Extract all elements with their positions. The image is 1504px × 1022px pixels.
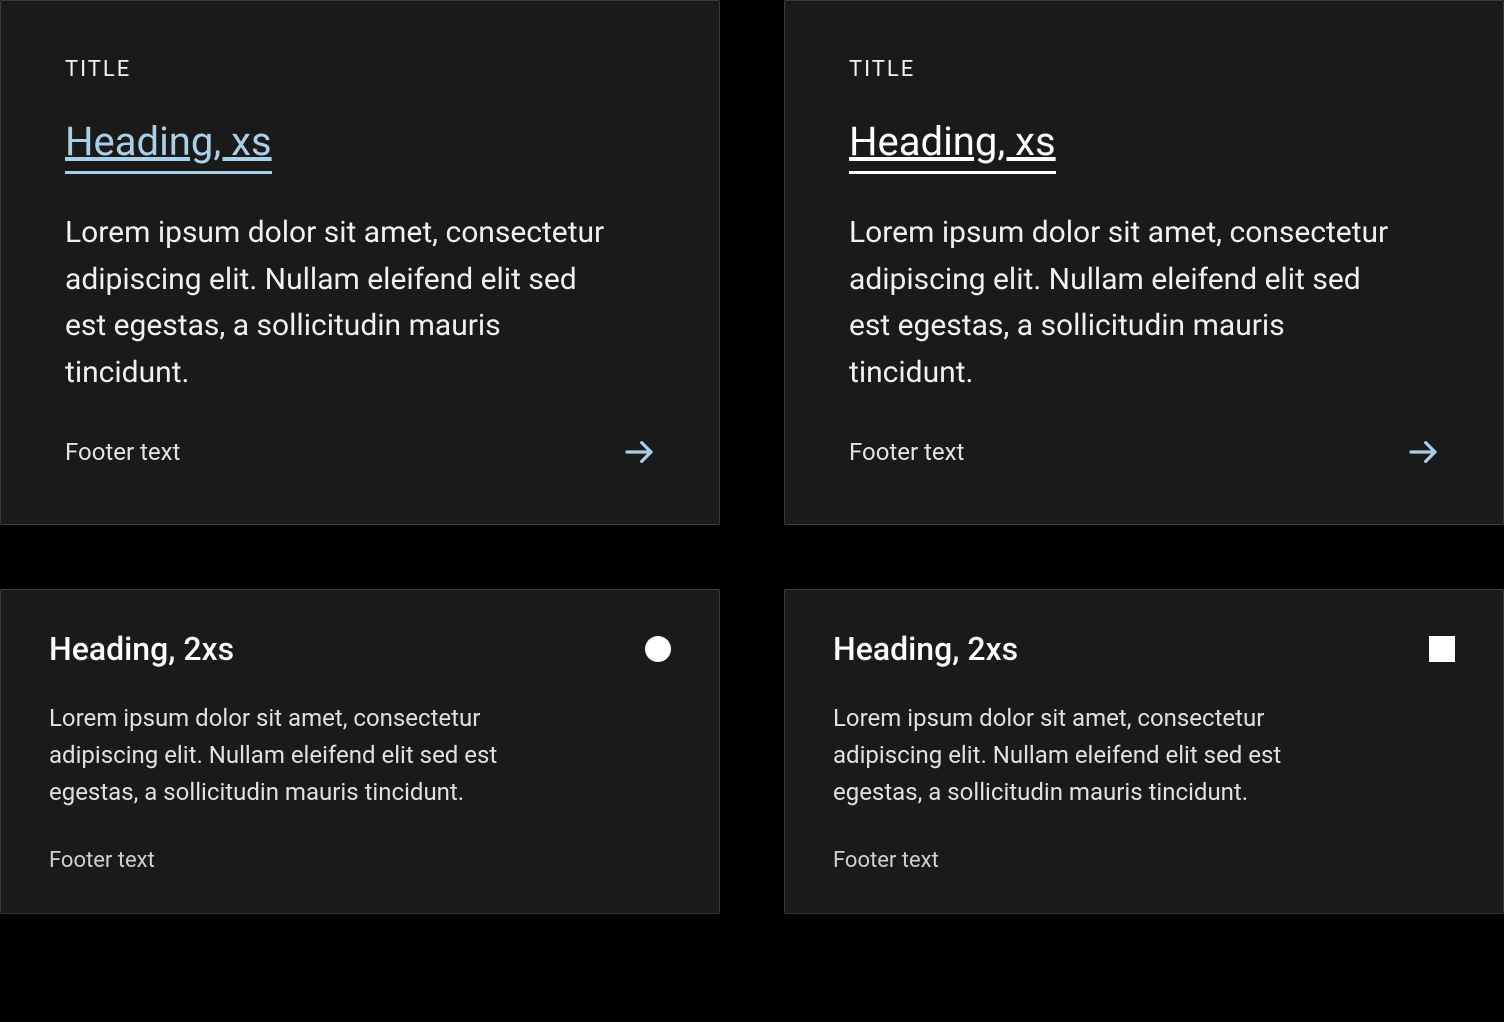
arrow-right-icon[interactable] <box>623 436 655 468</box>
card-body: Lorem ipsum dolor sit amet, consectetur … <box>849 210 1409 396</box>
arrow-right-icon[interactable] <box>1407 436 1439 468</box>
card-head-row: Heading, 2xs <box>833 630 1455 668</box>
card-small-square: Heading, 2xs Lorem ipsum dolor sit amet,… <box>784 589 1504 914</box>
card-small-circle: Heading, 2xs Lorem ipsum dolor sit amet,… <box>0 589 720 914</box>
card-footer-text: Footer text <box>49 848 671 873</box>
card-body: Lorem ipsum dolor sit amet, consectetur … <box>49 700 589 812</box>
card-heading: Heading, 2xs <box>49 630 234 668</box>
card-footer-text: Footer text <box>833 848 1455 873</box>
card-heading-link[interactable]: Heading, xs <box>65 118 272 174</box>
card-large-plain: TITLE Heading, xs Lorem ipsum dolor sit … <box>784 0 1504 525</box>
card-eyebrow: TITLE <box>65 57 655 82</box>
card-footer: Footer text <box>65 436 655 468</box>
card-grid: TITLE Heading, xs Lorem ipsum dolor sit … <box>0 0 1504 914</box>
card-body: Lorem ipsum dolor sit amet, consectetur … <box>833 700 1373 812</box>
square-icon <box>1429 636 1455 662</box>
card-footer: Footer text <box>849 436 1439 468</box>
card-footer-text: Footer text <box>65 438 180 466</box>
card-eyebrow: TITLE <box>849 57 1439 82</box>
circle-icon <box>645 636 671 662</box>
card-heading: Heading, 2xs <box>833 630 1018 668</box>
card-large-accent: TITLE Heading, xs Lorem ipsum dolor sit … <box>0 0 720 525</box>
card-body: Lorem ipsum dolor sit amet, consectetur … <box>65 210 625 396</box>
card-heading-link[interactable]: Heading, xs <box>849 118 1056 174</box>
card-head-row: Heading, 2xs <box>49 630 671 668</box>
card-footer-text: Footer text <box>849 438 964 466</box>
